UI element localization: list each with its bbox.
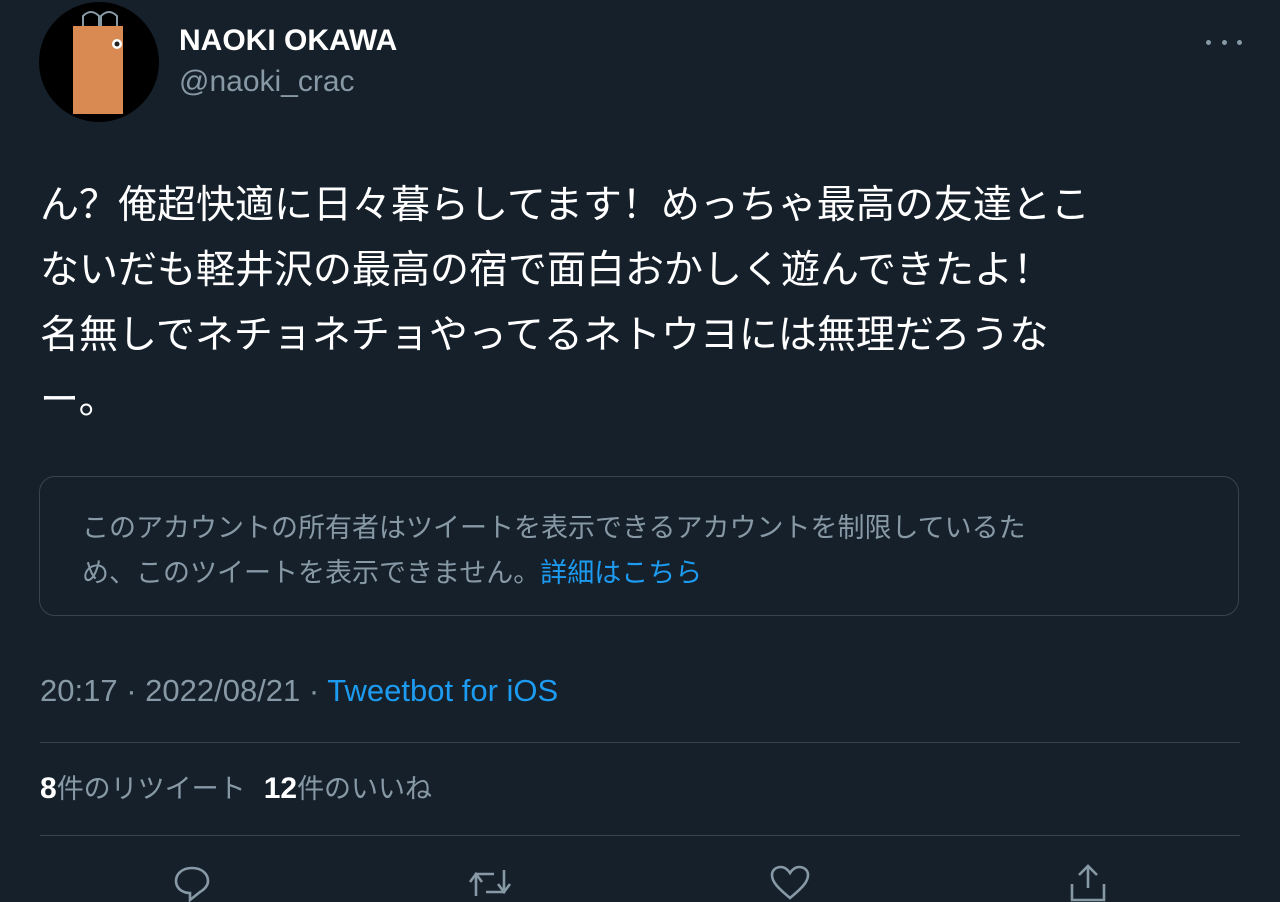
likes-stat[interactable]: 12件のいいね bbox=[263, 772, 433, 805]
display-name[interactable]: NAOKI OKAWA bbox=[179, 23, 397, 59]
tweet-text: ん？俺超快適に日々暮らしてます！めっちゃ最高の友達とこ ないだも軽井沢の最高の宿… bbox=[40, 173, 1240, 433]
tweet-text-line: ー。 bbox=[40, 378, 118, 423]
notice-text: め、このツイートを表示できません。 bbox=[82, 558, 541, 589]
retweets-stat[interactable]: 8件のリツイート bbox=[40, 772, 246, 805]
share-icon bbox=[1070, 864, 1106, 902]
retweets-label: 件のリツイート bbox=[56, 774, 246, 805]
learn-more-link[interactable]: 詳細はこちら bbox=[540, 558, 702, 589]
retweet-icon bbox=[468, 870, 512, 896]
meta-separator: · bbox=[117, 673, 146, 708]
retweets-count: 8 bbox=[40, 772, 57, 805]
tweet-text-line: ないだも軽井沢の最高の宿で面白おかしく遊んできたよ！ bbox=[40, 248, 1053, 293]
tweet-text-line: ん？俺超快適に日々暮らしてます！めっちゃ最高の友達とこ bbox=[40, 183, 1090, 228]
tweet-text-line: 名無しでネチョネチョやってるネトウヨには無理だろうな bbox=[40, 313, 1049, 358]
reply-button[interactable] bbox=[170, 862, 214, 902]
notice-text-line: このアカウントの所有者はツイートを表示できるアカウントを制限しているた bbox=[82, 513, 1026, 544]
divider bbox=[40, 835, 1240, 836]
user-handle[interactable]: @naoki_crac bbox=[179, 64, 355, 100]
more-options-icon[interactable] bbox=[1206, 32, 1242, 52]
avatar[interactable] bbox=[39, 2, 159, 122]
tweet-date: 2022/08/21 bbox=[145, 673, 301, 708]
share-button[interactable] bbox=[1066, 862, 1110, 902]
likes-label: 件のいいね bbox=[297, 774, 433, 805]
shopping-bag-avatar-icon bbox=[73, 11, 123, 114]
like-icon bbox=[770, 865, 810, 900]
like-button[interactable] bbox=[768, 862, 812, 902]
reply-icon bbox=[174, 866, 210, 902]
tweet-source-link[interactable]: Tweetbot for iOS bbox=[327, 673, 558, 708]
divider bbox=[40, 742, 1240, 743]
likes-count: 12 bbox=[263, 772, 298, 805]
notice-text-line-2: め、このツイートを表示できません。詳細はこちら bbox=[82, 551, 1198, 596]
meta-separator: · bbox=[300, 673, 328, 708]
tweet-stats: 8件のリツイート 12件のいいね bbox=[40, 770, 432, 809]
tweet-time: 20:17 bbox=[40, 673, 118, 708]
tweet-meta: 20:17 · 2022/08/21 · Tweetbot for iOS bbox=[40, 672, 558, 710]
protected-tweet-notice: このアカウントの所有者はツイートを表示できるアカウントを制限しているた め、この… bbox=[39, 476, 1239, 616]
retweet-button[interactable] bbox=[468, 862, 512, 902]
